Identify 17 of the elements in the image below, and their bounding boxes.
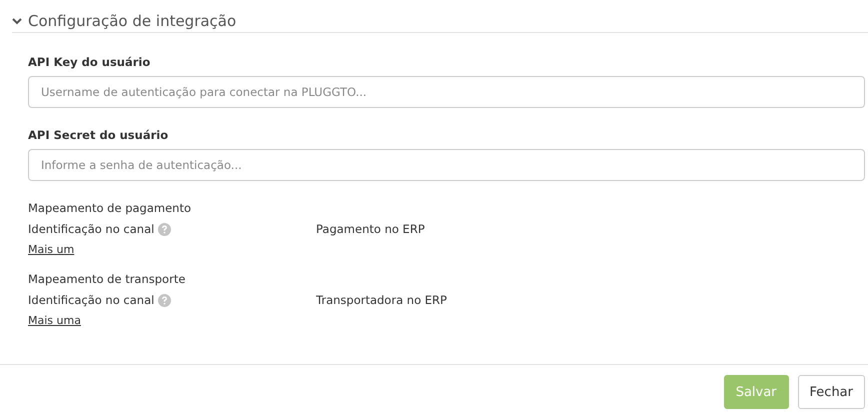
action-button[interactable]: Fechar xyxy=(798,375,865,409)
help-icon[interactable] xyxy=(158,222,172,236)
add-link[interactable]: Mais um xyxy=(28,243,74,256)
column-heading: Identificação no canal xyxy=(28,222,154,236)
field-label: API Key do usuário xyxy=(28,55,152,69)
column-heading: Pagamento no ERP xyxy=(316,222,425,236)
help-icon[interactable] xyxy=(158,294,172,306)
field-label: API Secret do usuário xyxy=(28,128,170,142)
mapping-title: Mapeamento de transporte xyxy=(28,272,186,286)
section-title: Configuração de integração xyxy=(28,12,236,30)
input-field[interactable]: Informe a senha de autenticação... xyxy=(28,149,865,181)
column-heading: Identificação no canal xyxy=(28,293,154,307)
input-field[interactable]: Username de autenticação para conectar na PLUGGTO... xyxy=(28,76,865,108)
add-link[interactable]: Mais uma xyxy=(28,314,81,327)
column-heading: Transportadora no ERP xyxy=(316,293,447,307)
chevron-icon[interactable] xyxy=(12,16,22,24)
mapping-title: Mapeamento de pagamento xyxy=(28,201,192,215)
